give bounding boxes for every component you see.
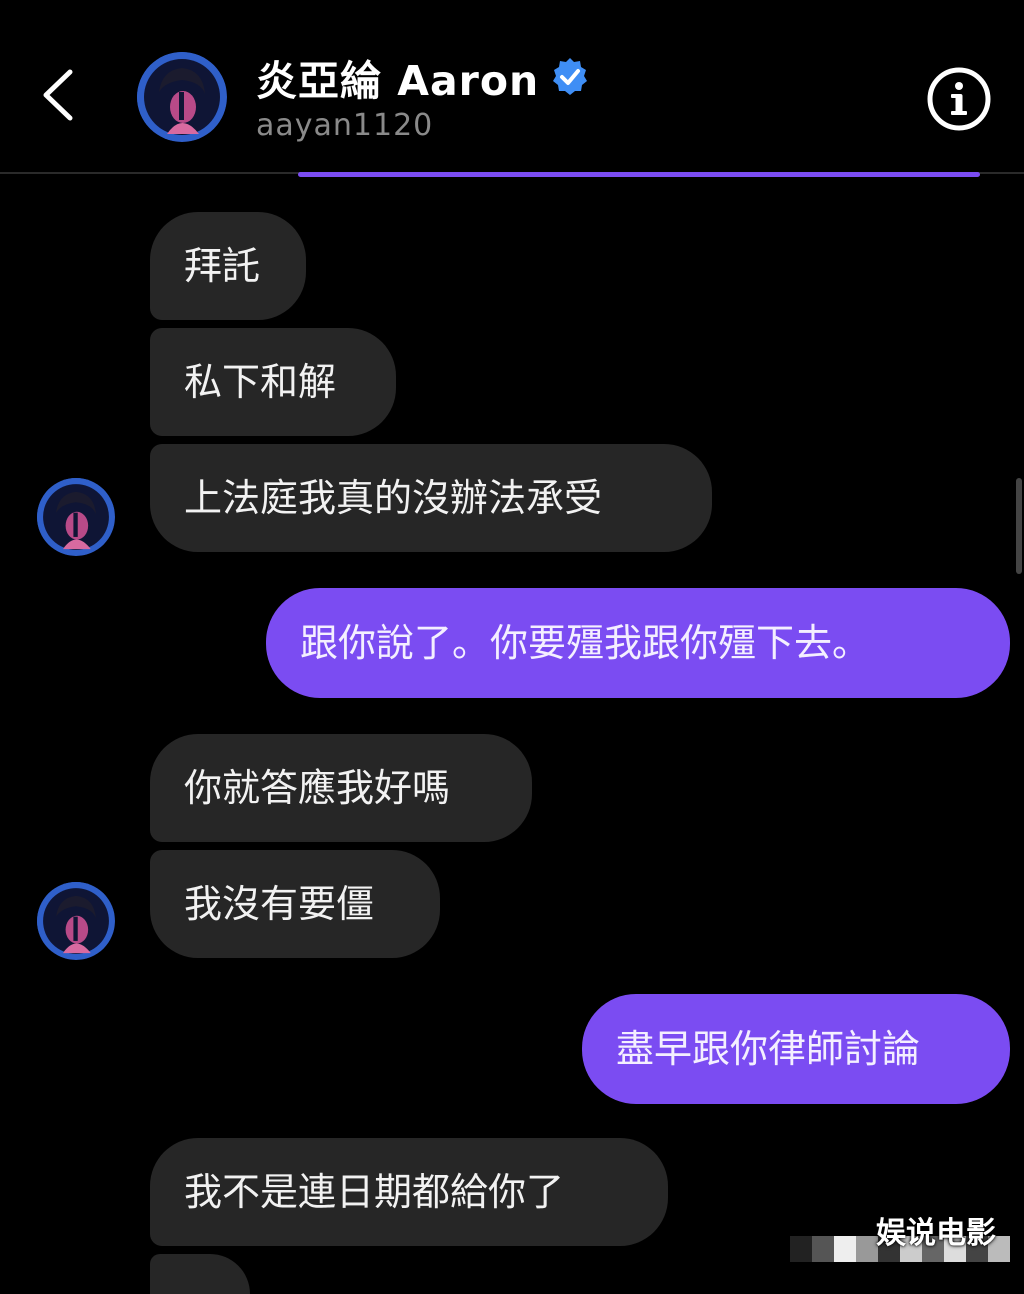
message-bubble-incoming[interactable]: 我不是連日期都給你了 xyxy=(150,1138,668,1246)
message-bubble-outgoing[interactable]: 盡早跟你律師討論 xyxy=(582,994,1010,1104)
verified-badge-icon xyxy=(549,56,591,98)
avatar-image xyxy=(37,478,115,556)
sender-avatar[interactable] xyxy=(37,882,115,960)
info-button[interactable] xyxy=(926,66,992,132)
message-bubble-incoming[interactable]: 上法庭我真的沒辦法承受 xyxy=(150,444,712,552)
contact-name: 炎亞綸 Aaron xyxy=(256,57,540,105)
contact-avatar[interactable] xyxy=(137,52,227,142)
message-bubble-incoming[interactable]: 你就答應我好嗎 xyxy=(150,734,532,842)
message-bubble-incoming[interactable]: 我沒有要僵 xyxy=(150,850,440,958)
avatar-image xyxy=(37,882,115,960)
message-bubble-incoming[interactable]: 私下和解 xyxy=(150,328,396,436)
chat-header: 炎亞綸 Aaron aayan1120 xyxy=(0,0,1024,177)
info-icon xyxy=(927,67,991,131)
watermark-text: 娱说电影 xyxy=(876,1216,996,1251)
prior-message-edge xyxy=(298,172,980,177)
message-bubble-partial xyxy=(150,1254,250,1294)
contact-name-row[interactable]: 炎亞綸 Aaron xyxy=(256,50,591,105)
contact-handle: aayan1120 xyxy=(256,108,434,143)
back-button[interactable] xyxy=(30,60,90,130)
avatar-image xyxy=(137,52,227,142)
sender-avatar[interactable] xyxy=(37,478,115,556)
message-bubble-incoming[interactable]: 拜託 xyxy=(150,212,306,320)
message-bubble-outgoing[interactable]: 跟你說了。你要殭我跟你殭下去。 xyxy=(266,588,1010,698)
chevron-left-icon xyxy=(43,69,73,121)
scrollbar[interactable] xyxy=(1016,478,1022,574)
